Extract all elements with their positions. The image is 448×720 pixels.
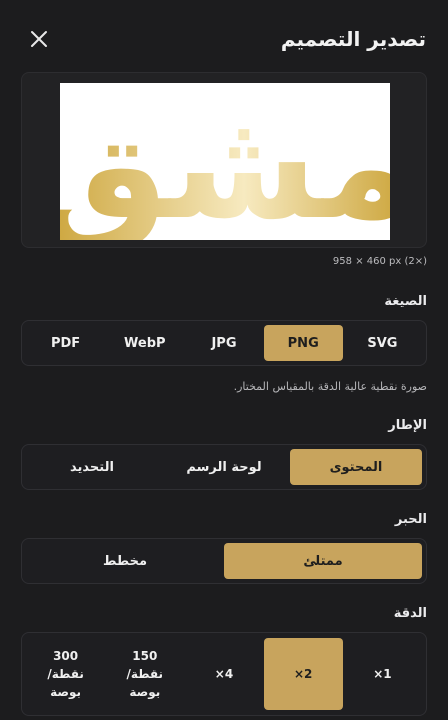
artwork-preview: مشق xyxy=(60,83,390,240)
resolution-option-4x[interactable]: 4× xyxy=(184,638,263,710)
format-option-pdf[interactable]: PDF xyxy=(26,325,105,361)
ink-option-filled[interactable]: ممتلئ xyxy=(224,543,422,579)
ink-segmented-control: ممتلئ مخطط xyxy=(21,538,427,584)
resolution-label: الدقة xyxy=(393,606,427,621)
format-option-png[interactable]: PNG xyxy=(263,325,343,361)
frame-option-artboard[interactable]: لوحة الرسم xyxy=(158,449,290,485)
frame-label: الإطار xyxy=(388,418,427,433)
preview-box: مشق xyxy=(21,72,427,248)
close-icon[interactable] xyxy=(28,28,50,50)
preview-image: مشق xyxy=(60,83,390,240)
resolution-option-2x[interactable]: 2× xyxy=(263,638,343,710)
frame-option-content[interactable]: المحتوى xyxy=(290,449,422,485)
ink-option-outline[interactable]: مخطط xyxy=(26,543,224,579)
ink-label: الحبر xyxy=(394,512,427,527)
resolution-option-1x[interactable]: 1× xyxy=(343,638,422,710)
format-option-webp[interactable]: WebP xyxy=(105,325,184,361)
export-dialog: تصدير التصميم مشق 958 × 460 px (2×) الصي… xyxy=(0,0,448,720)
export-dimensions: 958 × 460 px (2×) xyxy=(332,256,427,267)
artwork-text: مشق xyxy=(60,83,390,240)
dialog-header: تصدير التصميم xyxy=(0,0,448,78)
format-option-svg[interactable]: SVG xyxy=(343,325,422,361)
frame-segmented-control: المحتوى لوحة الرسم التحديد xyxy=(21,444,427,490)
close-icon-graphic xyxy=(31,31,47,47)
format-hint: صورة نقطية عالية الدقة بالمقياس المختار. xyxy=(233,380,427,393)
format-label: الصيغة xyxy=(384,294,427,309)
format-segmented-control: SVG PNG JPG WebP PDF xyxy=(21,320,427,366)
resolution-option-300dpi[interactable]: 300 نقطة/ بوصة xyxy=(26,638,105,710)
resolution-segmented-control: 1× 2× 4× 150 نقطة/ بوصة 300 نقطة/ بوصة xyxy=(21,632,427,716)
dialog-title: تصدير التصميم xyxy=(280,27,426,51)
format-option-jpg[interactable]: JPG xyxy=(184,325,263,361)
frame-option-selection[interactable]: التحديد xyxy=(26,449,158,485)
resolution-option-150dpi[interactable]: 150 نقطة/ بوصة xyxy=(105,638,184,710)
